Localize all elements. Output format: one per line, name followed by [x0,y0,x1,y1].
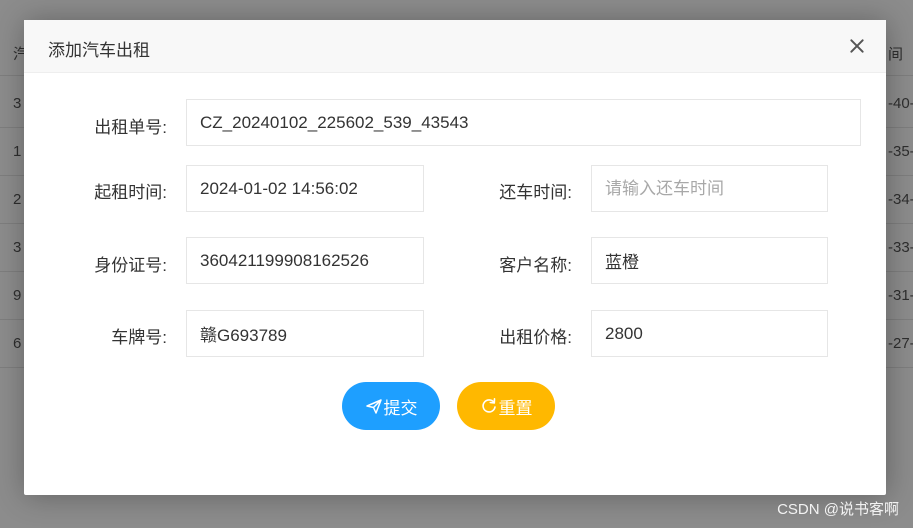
add-rental-dialog: 添加汽车出租 出租单号: 起租时间: 还车时间: 身份证号: 客户名称: 车牌号… [24,20,886,495]
reset-label: 重置 [498,398,533,418]
customer-name-label: 客户名称: [499,256,572,275]
return-time-input[interactable] [591,165,828,212]
rental-no-input[interactable] [186,99,861,146]
dialog-header: 添加汽车出租 [24,20,886,73]
plate-input[interactable] [186,310,424,357]
reset-button[interactable]: 重置 [457,382,555,430]
start-time-input[interactable] [186,165,424,212]
start-time-label: 起租时间: [94,183,167,202]
customer-name-input[interactable] [591,237,828,284]
plate-label: 车牌号: [111,328,167,347]
send-icon [365,399,382,414]
dialog-title: 添加汽车出租 [48,41,150,60]
return-time-label: 还车时间: [499,183,572,202]
rental-no-label: 出租单号: [94,118,167,137]
id-number-input[interactable] [186,237,424,284]
price-label: 出租价格: [499,328,572,347]
close-icon[interactable] [848,37,866,55]
refresh-icon [481,398,496,413]
submit-button[interactable]: 提交 [342,382,440,430]
watermark: CSDN @说书客啊 [777,501,899,518]
id-number-label: 身份证号: [94,256,167,275]
price-input[interactable] [591,310,828,357]
submit-label: 提交 [383,398,418,418]
